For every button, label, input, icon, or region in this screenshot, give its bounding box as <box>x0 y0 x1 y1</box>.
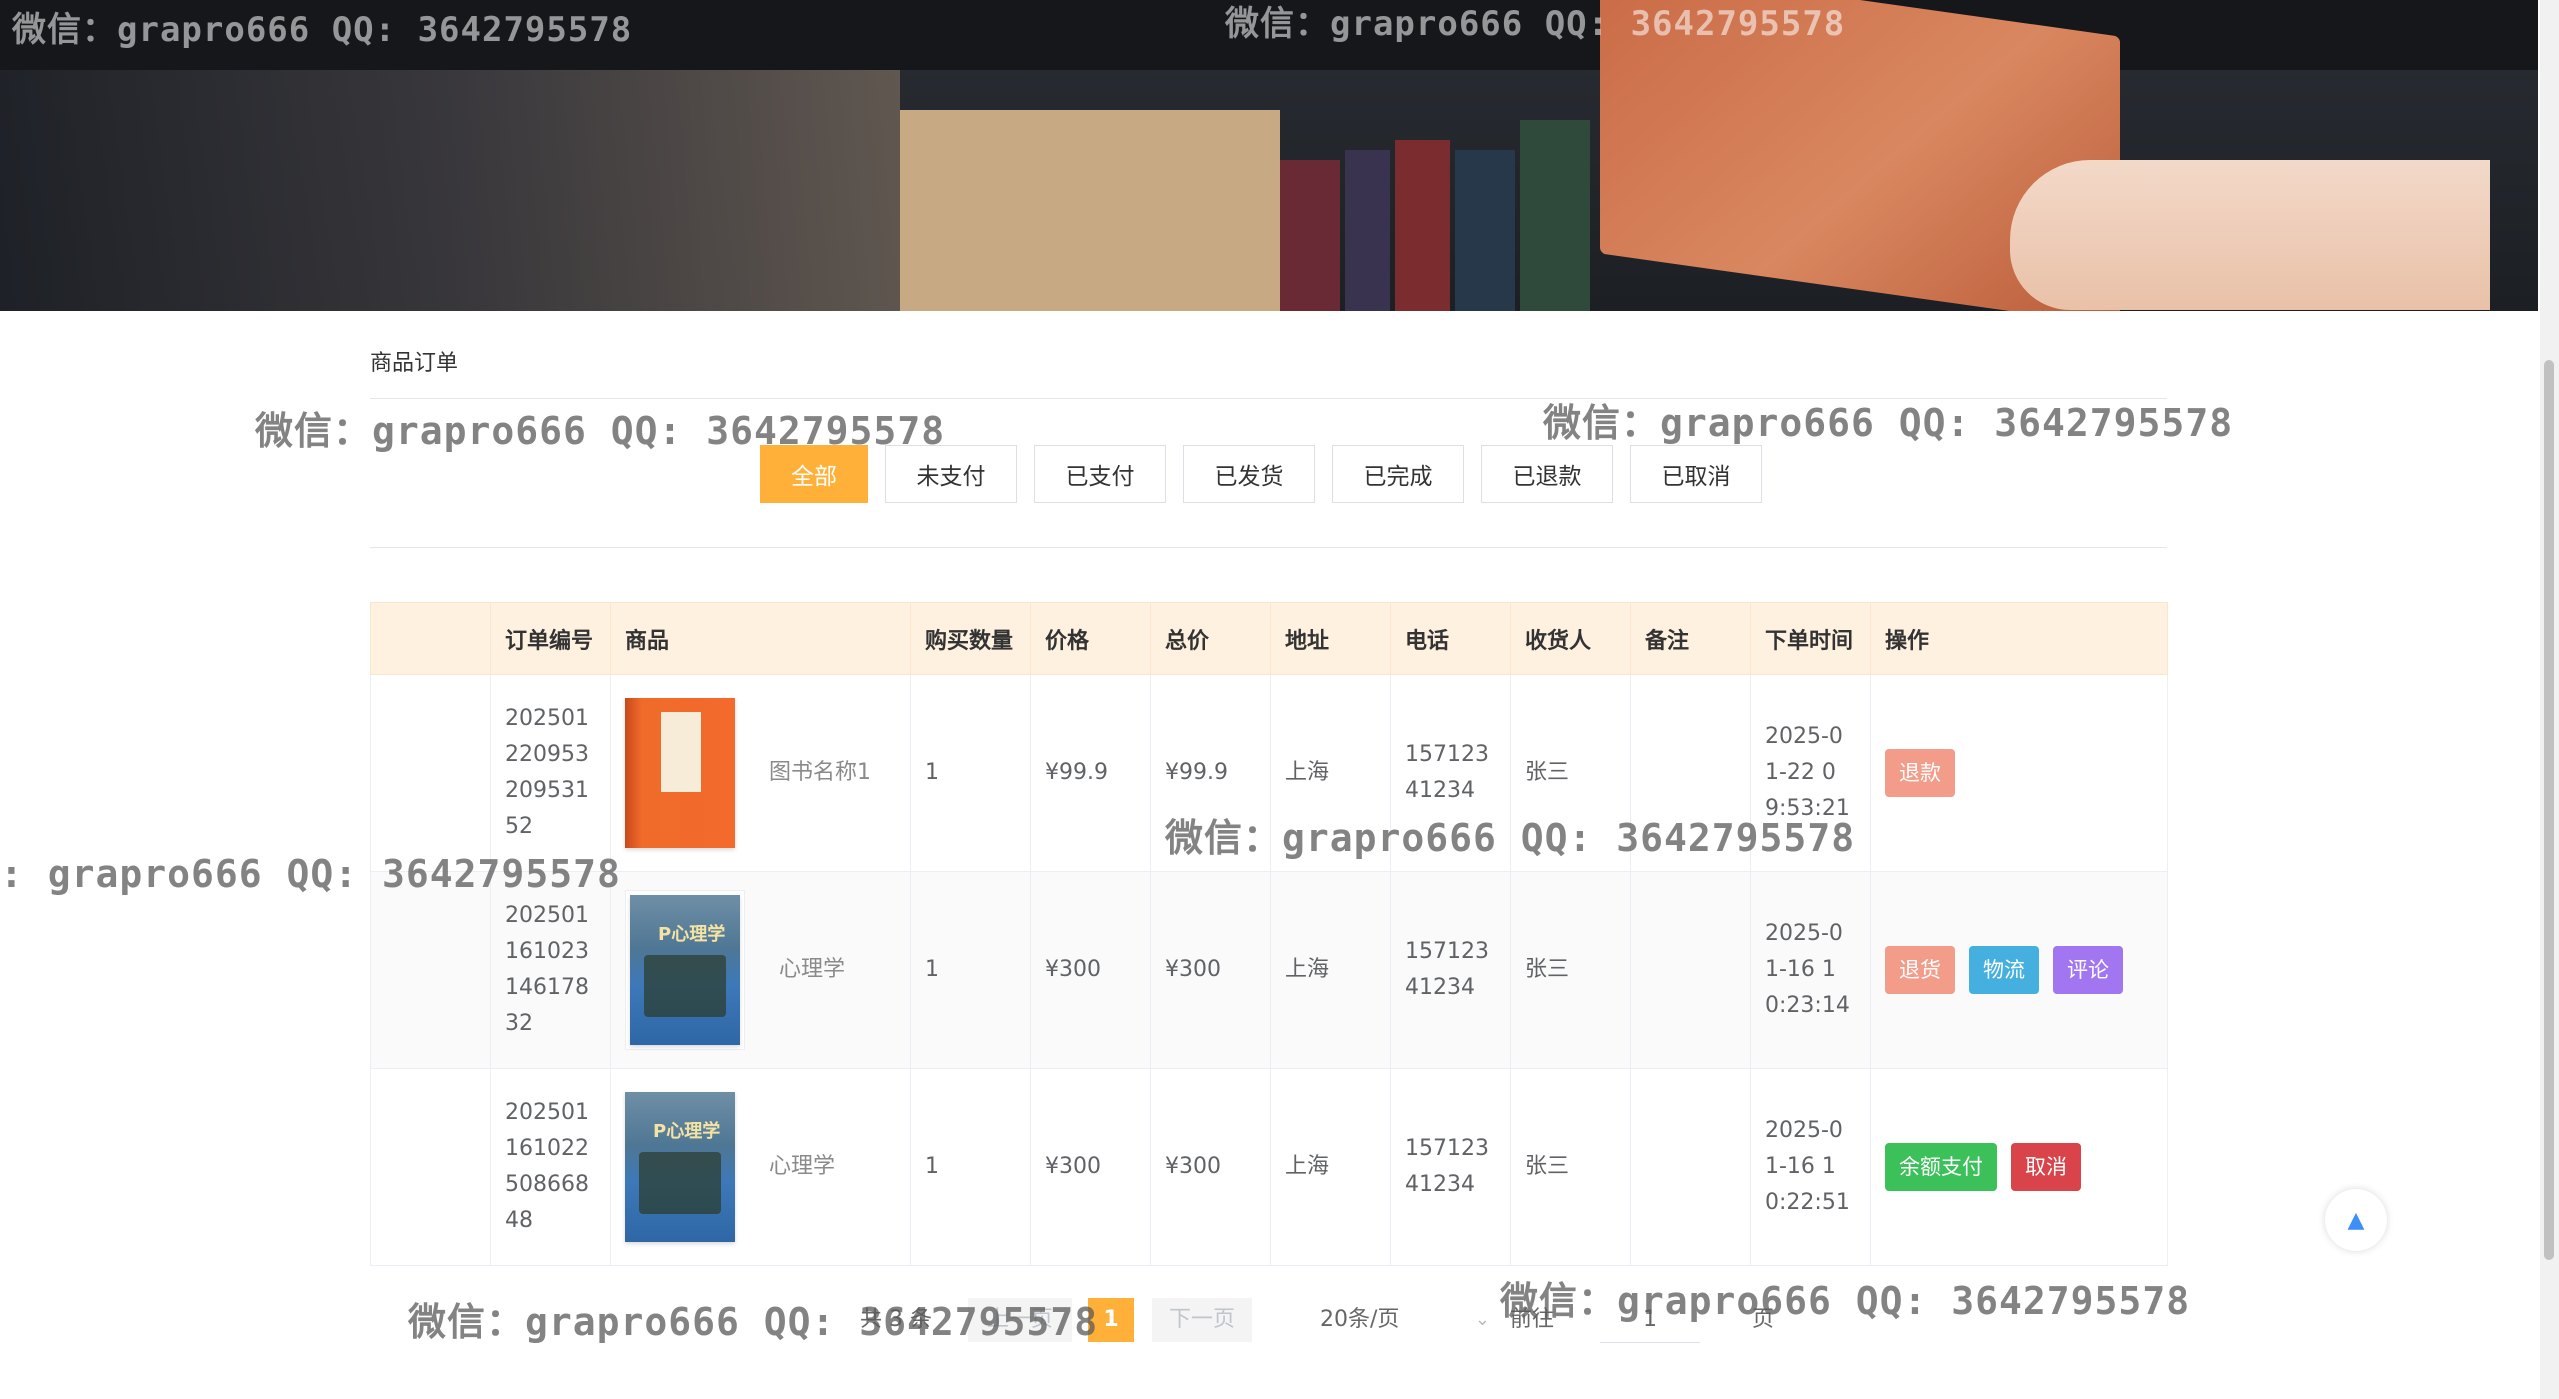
chevron-down-icon: ⌄ <box>1474 1309 1490 1330</box>
balance-pay-button[interactable]: 余额支付 <box>1885 1143 1997 1191</box>
book-cover-frame: P心理学 <box>625 890 745 1050</box>
watermark: 微信：grapro666 QQ: 3642795578 <box>1543 401 2234 445</box>
book-cover-image: P心理学 <box>625 1092 735 1242</box>
column-header-qty: 购买数量 <box>910 602 1031 675</box>
review-button[interactable]: 评论 <box>2053 946 2123 994</box>
book-cover-image: P心理学 <box>630 895 740 1045</box>
row-selector-cell <box>370 1068 491 1266</box>
watermark: 微信：grapro666 QQ: 3642795578 <box>12 10 633 50</box>
return-goods-button[interactable]: 退货 <box>1885 946 1955 994</box>
cancel-order-button[interactable]: 取消 <box>2011 1143 2081 1191</box>
arrow-up-icon: ▲ <box>2347 1207 2365 1233</box>
banner-book-spine <box>1280 160 1340 311</box>
qty-cell: 1 <box>910 871 1031 1069</box>
page-scrollbar[interactable] <box>2540 0 2559 1399</box>
logistics-button[interactable]: 物流 <box>1969 946 2039 994</box>
time-cell: 2025-01-16 10:23:14 <box>1750 871 1871 1069</box>
actions-cell: 余额支付 取消 <box>1870 1068 2168 1266</box>
page-size-select[interactable]: 20条/页 ⌄ <box>1300 1298 1500 1342</box>
refund-button[interactable]: 退款 <box>1885 749 1955 797</box>
column-header-order-no: 订单编号 <box>490 602 611 675</box>
qty-cell: 1 <box>910 674 1031 872</box>
actions-cell: 退款 <box>1870 674 2168 872</box>
table-row: 20250116102250866848 P心理学 心理学 1 ¥300 ¥30… <box>370 1068 2168 1266</box>
product-cell: P心理学 心理学 <box>610 871 911 1069</box>
watermark: 微信：grapro666 QQ: 3642795578 <box>255 409 946 453</box>
tab-completed[interactable]: 已完成 <box>1332 445 1464 503</box>
banner-tan-book <box>900 110 1280 311</box>
phone-cell: 15712341234 <box>1390 871 1511 1069</box>
next-page-button[interactable]: 下一页 <box>1152 1298 1252 1342</box>
column-header-receiver: 收货人 <box>1510 602 1631 675</box>
column-header-remark: 备注 <box>1630 602 1751 675</box>
book-cover-image <box>625 698 735 848</box>
back-to-top-button[interactable]: ▲ <box>2325 1189 2387 1251</box>
watermark: : grapro666 QQ: 3642795578 <box>0 852 621 896</box>
receiver-cell: 张三 <box>1510 871 1631 1069</box>
column-header-product: 商品 <box>610 602 911 675</box>
order-no-cell: 20250116102250866848 <box>490 1068 611 1266</box>
product-name: 心理学 <box>779 957 846 982</box>
banner-blurred-books <box>0 70 900 311</box>
price-cell: ¥99.9 <box>1030 674 1151 872</box>
product-cell: P心理学 心理学 <box>610 1068 911 1266</box>
banner-book-spine <box>1345 150 1390 311</box>
row-selector-cell <box>370 871 491 1069</box>
column-header-phone: 电话 <box>1390 602 1511 675</box>
table-header-row: 订单编号 商品 购买数量 价格 总价 地址 电话 收货人 备注 下单时间 操作 <box>370 602 2168 675</box>
remark-cell <box>1630 871 1751 1069</box>
table-row: 20250116102314617832 P心理学 心理学 1 ¥300 ¥30… <box>370 871 2168 1069</box>
phone-cell: 15712341234 <box>1390 1068 1511 1266</box>
page-size-value: 20条/页 <box>1320 1307 1400 1332</box>
price-cell: ¥300 <box>1030 1068 1151 1266</box>
qty-cell: 1 <box>910 1068 1031 1266</box>
total-cell: ¥300 <box>1150 1068 1271 1266</box>
orders-table: 订单编号 商品 购买数量 价格 总价 地址 电话 收货人 备注 下单时间 操作 … <box>370 602 2168 1266</box>
tab-shipped[interactable]: 已发货 <box>1183 445 1315 503</box>
banner-hand <box>2010 160 2490 310</box>
tab-cancelled[interactable]: 已取消 <box>1630 445 1762 503</box>
tab-refunded[interactable]: 已退款 <box>1481 445 1613 503</box>
tab-paid[interactable]: 已支付 <box>1034 445 1166 503</box>
banner-book-spine <box>1455 150 1515 311</box>
order-no-cell: 20250116102314617832 <box>490 871 611 1069</box>
time-cell: 2025-01-16 10:22:51 <box>1750 1068 1871 1266</box>
address-cell: 上海 <box>1270 1068 1391 1266</box>
product-cell: 图书名称1 <box>610 674 911 872</box>
watermark: 微信：grapro666 QQ: 3642795578 <box>1165 816 1856 860</box>
column-header-total: 总价 <box>1150 602 1271 675</box>
receiver-cell: 张三 <box>1510 1068 1631 1266</box>
scrollbar-thumb[interactable] <box>2544 360 2554 1260</box>
address-cell: 上海 <box>1270 871 1391 1069</box>
product-name: 图书名称1 <box>769 760 871 785</box>
column-header-address: 地址 <box>1270 602 1391 675</box>
order-no-cell: 20250122095320953152 <box>490 674 611 872</box>
price-cell: ¥300 <box>1030 871 1151 1069</box>
divider <box>370 547 2167 548</box>
hero-banner: 微信：grapro666 QQ: 3642795578 微信：grapro666… <box>0 0 2538 311</box>
row-selector-cell <box>370 674 491 872</box>
column-header-time: 下单时间 <box>1750 602 1871 675</box>
watermark: 微信：grapro666 QQ: 3642795578 <box>1225 4 1846 44</box>
checkbox-column-header <box>370 602 491 675</box>
total-cell: ¥300 <box>1150 871 1271 1069</box>
column-header-price: 价格 <box>1030 602 1151 675</box>
product-name: 心理学 <box>769 1154 836 1179</box>
page-title: 商品订单 <box>370 351 459 376</box>
remark-cell <box>1630 1068 1751 1266</box>
watermark: 微信：grapro666 QQ: 3642795578 <box>1500 1279 2191 1323</box>
watermark: 微信：grapro666 QQ: 3642795578 <box>408 1300 1099 1344</box>
banner-book-spine <box>1395 140 1450 311</box>
actions-cell: 退货 物流 评论 <box>1870 871 2168 1069</box>
banner-book-spine <box>1520 120 1590 311</box>
column-header-actions: 操作 <box>1870 602 2168 675</box>
